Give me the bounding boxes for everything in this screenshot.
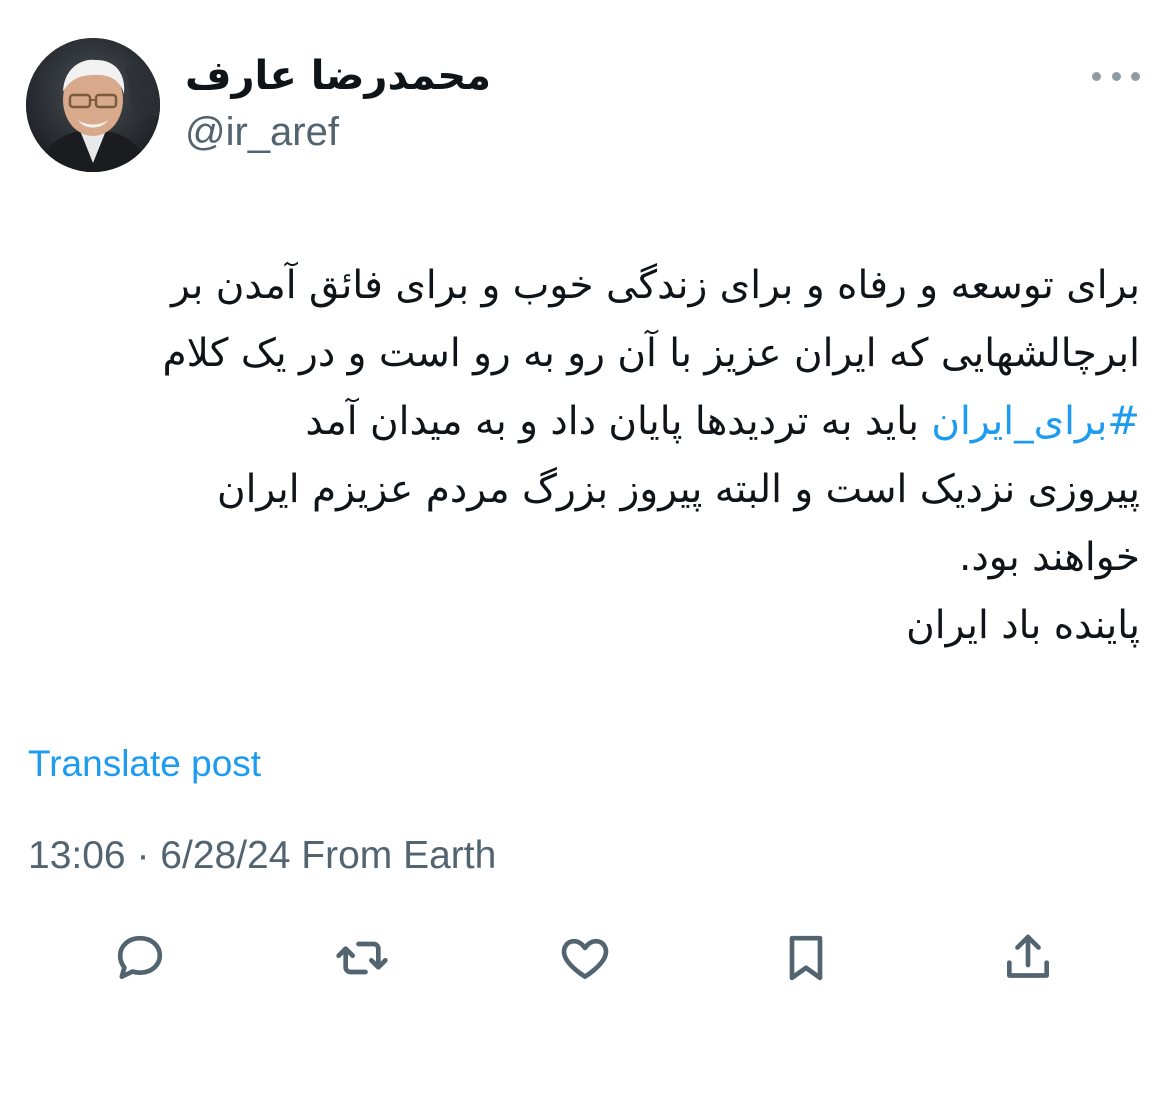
bookmark-icon (789, 935, 823, 981)
reply-button[interactable] (110, 928, 170, 988)
post-line: خواهند بود. (958, 535, 1140, 580)
share-icon (1007, 934, 1049, 978)
post-line: برای توسعه و رفاه و برای زندگی خوب و برا… (171, 263, 1140, 308)
post-line: پاینده باد ایران (906, 603, 1140, 648)
meta-separator: · (136, 834, 150, 877)
repost-icon (336, 941, 388, 975)
post-line-with-hashtag: #برای_ایران باید به تردیدها پایان داد و … (26, 388, 1140, 456)
post-line: ابرچالشهایی که ایران عزیز با آن رو به رو… (162, 331, 1140, 376)
post-source: From Earth (301, 834, 497, 877)
more-horizontal-icon-dot (1131, 71, 1140, 81)
more-options-button[interactable] (1092, 64, 1140, 88)
translate-post-link[interactable]: Translate post (28, 741, 261, 787)
bookmark-button[interactable] (776, 928, 836, 988)
author-avatar[interactable] (26, 38, 160, 172)
post-line-text: باید به تردیدها پایان داد و به میدان آمد (305, 399, 919, 444)
post-line: پیروزی نزدیک است و البته پیروز بزرگ مردم… (216, 467, 1140, 512)
hashtag-link[interactable]: #برای_ایران (931, 399, 1140, 444)
more-horizontal-icon (1092, 71, 1101, 81)
like-button[interactable] (555, 928, 615, 988)
repost-button[interactable] (332, 928, 392, 988)
author-display-name[interactable]: محمدرضا عارف (185, 50, 491, 102)
post-metadata: 13:06 · 6/28/24 From Earth (28, 831, 496, 881)
post-date[interactable]: 6/28/24 (160, 834, 290, 877)
more-horizontal-icon-dot (1111, 71, 1121, 81)
avatar-image (26, 38, 160, 172)
post-text: برای توسعه و رفاه و برای زندگی خوب و برا… (26, 252, 1140, 660)
reply-icon (117, 935, 163, 979)
author-handle[interactable]: @ir_aref (185, 108, 339, 156)
post-time[interactable]: 13:06 (28, 834, 126, 877)
share-button[interactable] (998, 928, 1058, 988)
heart-icon (561, 938, 609, 979)
